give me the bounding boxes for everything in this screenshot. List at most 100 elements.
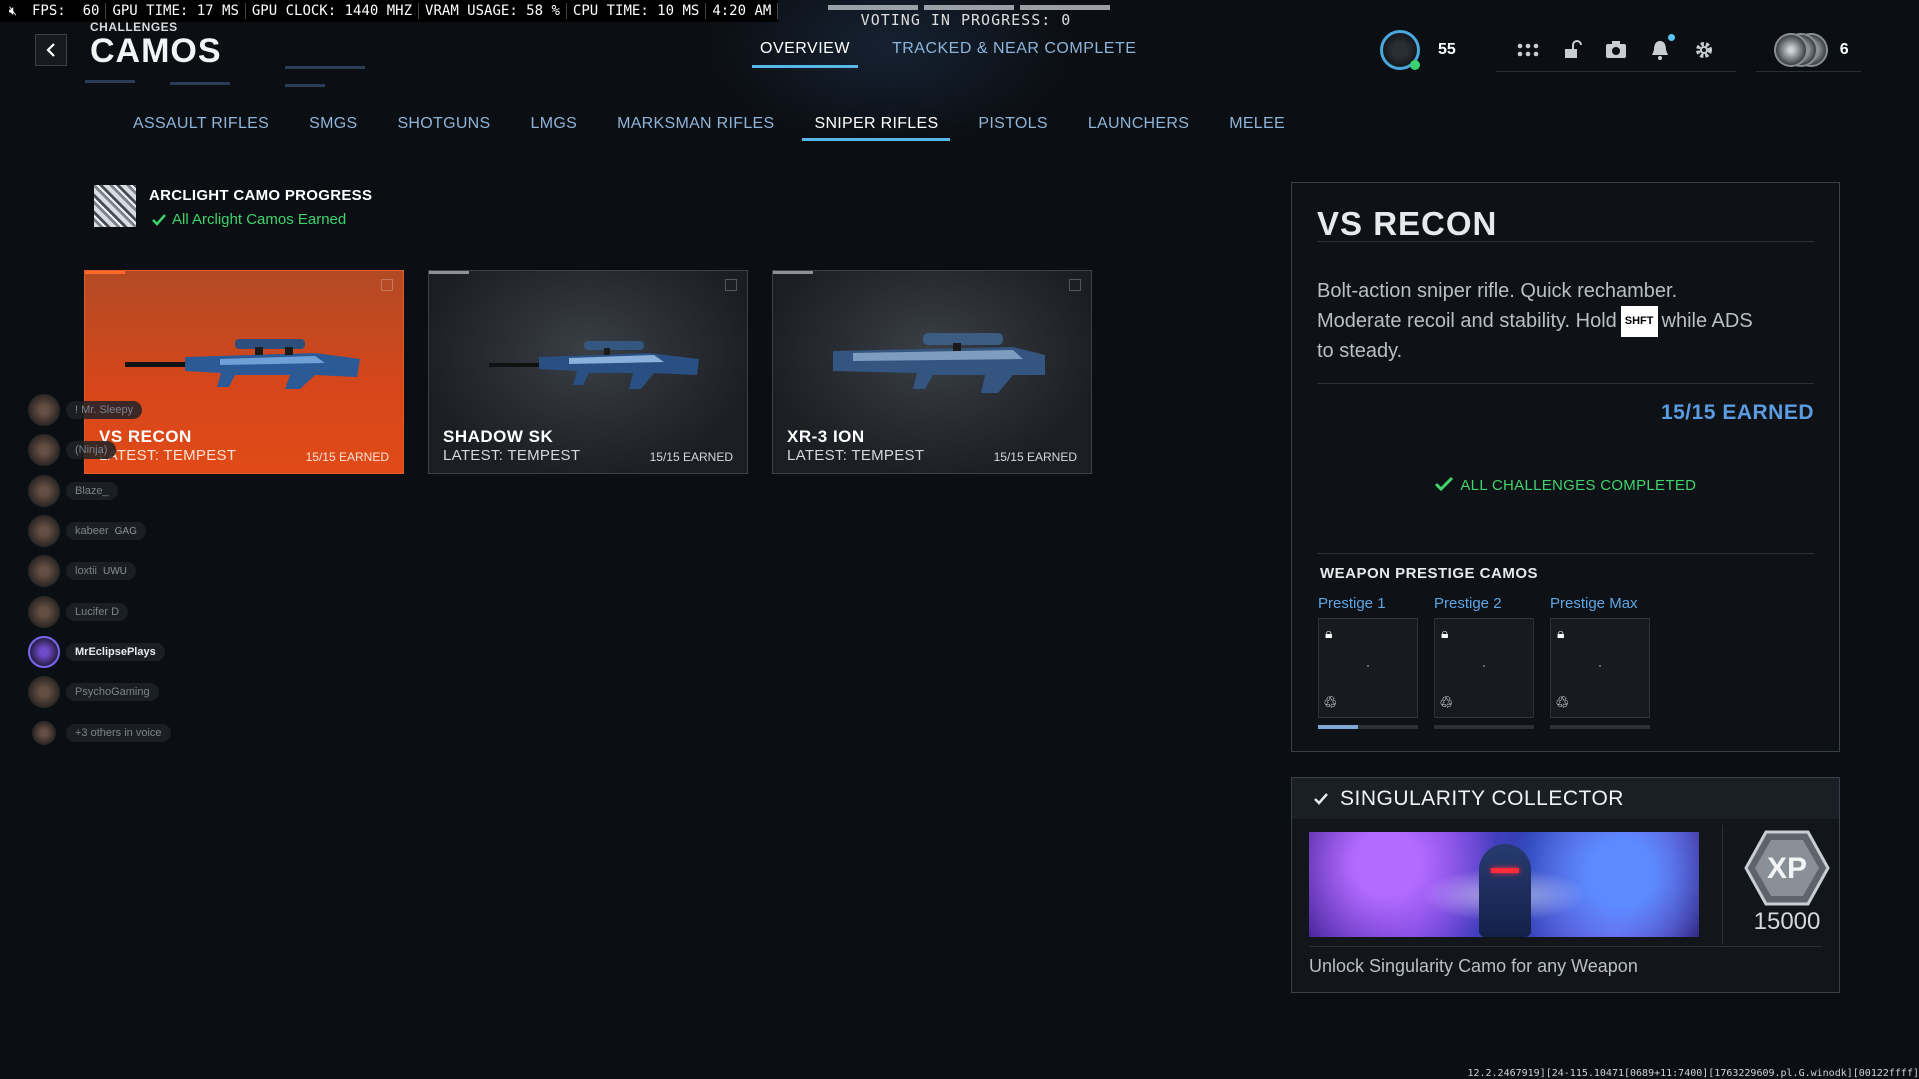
sniper-rifle-icon	[489, 341, 699, 389]
divider	[1317, 241, 1814, 242]
avatar	[28, 676, 60, 709]
unlock-icon[interactable]	[1560, 38, 1584, 62]
party-member[interactable]: Blaze_	[28, 471, 171, 511]
party-member-name: kabeer	[75, 525, 109, 538]
cpu-time-readout: CPU TIME: 10 MS	[567, 3, 707, 19]
category-pistols[interactable]: PISTOLS	[958, 115, 1067, 141]
prestige-camo-slot[interactable]: 🔒︎ ♲	[1318, 618, 1418, 718]
category-shotguns[interactable]: SHOTGUNS	[377, 115, 510, 141]
gear-icon[interactable]	[1692, 38, 1716, 62]
category-melee[interactable]: MELEE	[1209, 115, 1305, 141]
party-member[interactable]: (Ninja)	[28, 430, 171, 470]
prestige-camo-item[interactable]: Prestige 2 🔒︎ ♲	[1434, 595, 1534, 729]
party-more-label: +3 others in voice	[66, 723, 171, 742]
tab-overview[interactable]: OVERVIEW	[752, 40, 858, 68]
category-smgs[interactable]: SMGS	[289, 115, 377, 141]
card-progress-marker	[429, 271, 469, 274]
party-member-name: Blaze_	[66, 481, 118, 500]
performance-overlay: 🔇︎ FPS: 60 GPU TIME: 17 MS GPU CLOCK: 14…	[0, 0, 779, 22]
clock-readout: 4:20 AM	[706, 3, 779, 19]
prestige-camo-slot[interactable]: 🔒︎ ♲	[1434, 618, 1534, 718]
weapon-name: SHADOW SK	[443, 427, 554, 446]
prestige-camo-item[interactable]: Prestige Max 🔒︎ ♲	[1550, 595, 1650, 729]
singularity-camo-image	[1309, 832, 1699, 937]
arclight-progress-title: ARCLIGHT CAMO PROGRESS	[149, 187, 373, 204]
weapon-card-shadow-sk[interactable]: SHADOW SK LATEST: TEMPEST 15/15 EARNED	[428, 270, 748, 474]
build-string: 12.2.2467919][24-115.10471[0689+11:7400]…	[1467, 1068, 1919, 1079]
lock-icon: 🔒︎	[1441, 625, 1449, 641]
category-assault-rifles[interactable]: ASSAULT RIFLES	[133, 115, 289, 141]
party-member[interactable]: PsychoGaming	[28, 672, 171, 712]
singularity-collector-panel[interactable]: SINGULARITY COLLECTOR XP 15000 Unlock Si…	[1291, 777, 1840, 993]
party-member[interactable]: Lucifer D	[28, 591, 171, 631]
divider	[1722, 825, 1723, 945]
fps-readout: FPS: 60	[26, 3, 107, 19]
prestige-label: Prestige 1	[1318, 595, 1386, 612]
prestige-progress-bar	[1550, 725, 1650, 729]
party-member-name: (Ninja)	[66, 441, 117, 460]
voting-bars	[828, 5, 1110, 10]
challenges-complete-text: ALL CHALLENGES COMPLETED	[1460, 477, 1697, 494]
rank-emblem-icon[interactable]	[1380, 30, 1420, 70]
card-progress-marker	[773, 271, 813, 274]
prestige-emblem-icon: ♲	[1323, 695, 1338, 712]
tab-tracked-near-complete[interactable]: TRACKED & NEAR COMPLETE	[892, 40, 1136, 68]
prestige-label: Prestige Max	[1550, 595, 1638, 612]
category-sniper-rifles[interactable]: SNIPER RIFLES	[794, 115, 958, 141]
party-member-name-wrap: loxtii UWU	[66, 562, 136, 581]
camera-icon[interactable]	[1604, 38, 1628, 62]
party-member[interactable]: ! Mr. Sleepy	[28, 390, 171, 430]
prestige-camo-slot[interactable]: 🔒︎ ♲	[1550, 618, 1650, 718]
avatar	[28, 434, 60, 467]
category-lmgs[interactable]: LMGS	[511, 115, 598, 141]
prestige-progress-bar	[1434, 725, 1534, 729]
avatar	[28, 515, 60, 548]
card-corner-icon	[381, 279, 393, 291]
avatar	[28, 394, 60, 427]
weapon-latest-camo: LATEST: TEMPEST	[443, 447, 581, 464]
arclight-camo-thumbnail	[94, 185, 136, 227]
detail-weapon-title: VS RECON	[1317, 205, 1498, 242]
party-member-self[interactable]: MrEclipsePlays	[28, 632, 171, 672]
weapon-earned-count: 15/15 EARNED	[649, 450, 733, 464]
back-button[interactable]	[35, 34, 67, 66]
vram-readout: VRAM USAGE: 58 %	[419, 3, 567, 19]
apps-grid-icon[interactable]	[1516, 38, 1540, 62]
character-figure	[1479, 844, 1531, 937]
clan-tag: GAG	[114, 525, 137, 537]
description-line: to steady.	[1317, 340, 1403, 362]
shift-key-icon: SHFT	[1620, 306, 1658, 337]
avatar	[28, 474, 60, 507]
category-launchers[interactable]: LAUNCHERS	[1068, 115, 1209, 141]
divider	[1317, 553, 1814, 554]
lock-icon: 🔒︎	[1325, 625, 1333, 641]
arclight-status-text: All Arclight Camos Earned	[172, 211, 347, 228]
party-more[interactable]: +3 others in voice	[28, 712, 171, 752]
prestige-label: Prestige 2	[1434, 595, 1502, 612]
squad-avatars	[1773, 32, 1830, 67]
xp-badge-label: XP	[1767, 852, 1807, 885]
singularity-header: SINGULARITY COLLECTOR	[1292, 778, 1839, 819]
prestige-camo-item[interactable]: Prestige 1 🔒︎ ♲	[1318, 595, 1418, 729]
xp-reward-value: 15000	[1753, 908, 1821, 935]
party-member-name: PsychoGaming	[66, 683, 159, 702]
prestige-progress-fill	[1318, 725, 1358, 729]
squad-indicator[interactable]: 6	[1755, 28, 1861, 72]
category-marksman-rifles[interactable]: MARKSMAN RIFLES	[597, 115, 794, 141]
party-member[interactable]: kabeer GAG	[28, 511, 171, 551]
weapon-card-xr-3-ion[interactable]: XR-3 ION LATEST: TEMPEST 15/15 EARNED	[772, 270, 1092, 474]
squad-count: 6	[1839, 40, 1849, 58]
weapon-card-list: VS RECON LATEST: TEMPEST 15/15 EARNED SH…	[84, 270, 1092, 474]
party-member[interactable]: loxtii UWU	[28, 551, 171, 591]
speaker-muted-icon[interactable]: 🔇︎	[0, 4, 26, 19]
party-member-name-wrap: kabeer GAG	[66, 522, 146, 541]
rank-level: 55	[1438, 41, 1456, 58]
hud-icon-bar	[1495, 28, 1736, 72]
character-visor	[1491, 868, 1519, 873]
gpu-clock-readout: GPU CLOCK: 1440 MHZ	[246, 3, 420, 19]
slot-center-dot	[1367, 665, 1369, 667]
party-member-name: Lucifer D	[66, 602, 129, 621]
bell-icon[interactable]	[1648, 33, 1675, 62]
checkmark-icon	[1434, 476, 1453, 492]
card-corner-icon	[1069, 279, 1081, 291]
